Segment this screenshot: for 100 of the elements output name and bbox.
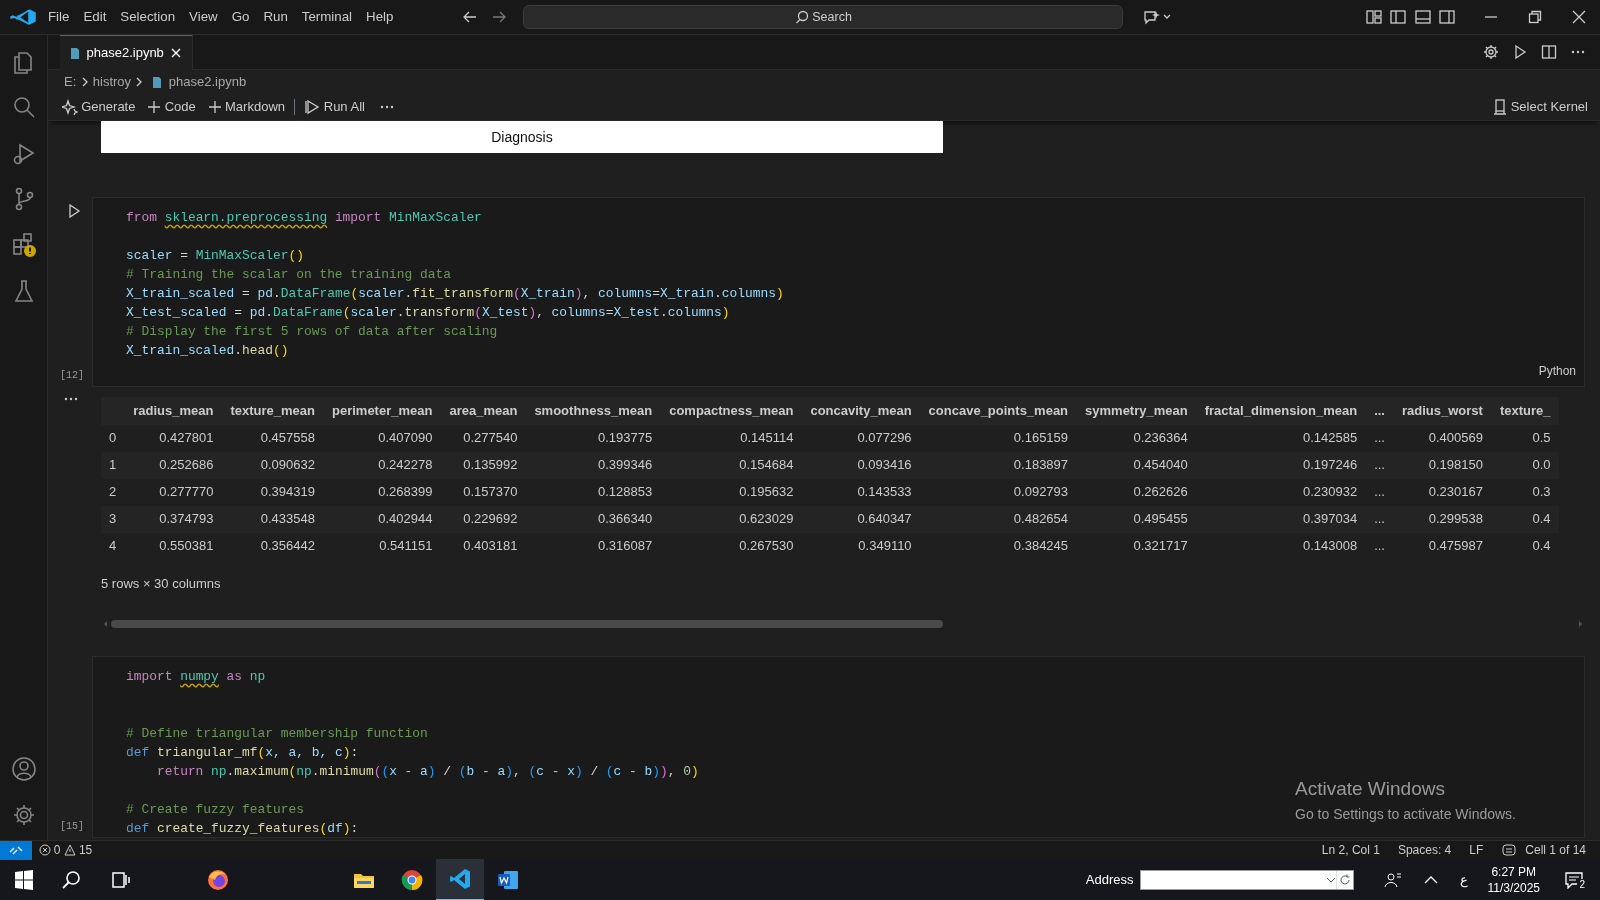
table-cell: 0.183897	[920, 451, 1077, 479]
notification-badge: 2	[1577, 879, 1587, 891]
table-cell: 0.321717	[1076, 532, 1197, 560]
plus-icon	[207, 100, 222, 114]
secondary-sidebar-icon[interactable]	[1438, 9, 1456, 25]
status-item[interactable]: LF	[1469, 841, 1484, 859]
layout-icon[interactable]	[1364, 9, 1383, 25]
panel-toggle-icon[interactable]	[1413, 9, 1432, 25]
menu-item[interactable]: Terminal	[294, 4, 360, 30]
split-editor-icon[interactable]	[1541, 44, 1557, 60]
notebook-icon	[70, 46, 80, 60]
table-cell: 0.623029	[660, 505, 802, 533]
execution-count: [12]	[60, 369, 84, 383]
forward-arrow-icon[interactable]	[491, 9, 508, 25]
table-cell: 0.277770	[124, 478, 222, 506]
toolbar-button[interactable]: Markdown	[201, 97, 291, 117]
language-label[interactable]: Python	[1538, 362, 1576, 380]
remote-icon[interactable]	[0, 840, 32, 860]
chat-sparkle-icon[interactable]	[1143, 9, 1172, 25]
back-arrow-icon[interactable]	[462, 9, 479, 25]
clock[interactable]: 6:27 PM 11/3/2025	[1487, 864, 1540, 896]
notification-icon[interactable]	[1564, 871, 1584, 889]
settings-icon[interactable]	[1483, 44, 1499, 60]
table-cell: 0.262626	[1076, 478, 1197, 506]
address-field[interactable]	[1139, 870, 1354, 890]
toolbar-button[interactable]: Generate	[56, 97, 142, 117]
column-header: concavity_mean	[801, 397, 921, 425]
windows-start-icon[interactable]	[12, 868, 36, 892]
close-icon[interactable]	[1572, 10, 1586, 24]
table-cell: 0.400569	[1393, 424, 1492, 452]
chrome-icon[interactable]	[400, 868, 424, 892]
menu-item[interactable]: Selection	[113, 4, 183, 30]
restore-icon[interactable]	[1528, 10, 1542, 24]
column-header: smoothness_mean	[525, 397, 661, 425]
language-indicator[interactable]: ع	[1459, 870, 1468, 890]
table-cell: ...	[1365, 451, 1394, 479]
menu-item[interactable]: Help	[359, 4, 401, 30]
toolbar-button[interactable]: Run All	[298, 97, 371, 117]
word-icon[interactable]	[496, 868, 520, 892]
extensions-warning-icon[interactable]	[10, 231, 37, 258]
row-index: 1	[101, 451, 125, 479]
table-cell: 0.193775	[525, 424, 661, 452]
error-count[interactable]: 0	[53, 841, 61, 859]
table-cell: 0.195632	[660, 478, 802, 506]
vscode-taskbar-button[interactable]	[436, 859, 484, 900]
menu-item[interactable]: Edit	[76, 4, 114, 30]
run-icon[interactable]	[1512, 44, 1528, 60]
menu-item[interactable]: View	[182, 4, 225, 30]
people-icon[interactable]	[1383, 871, 1402, 889]
refresh-icon[interactable]	[1338, 874, 1351, 886]
table-cell: 0.475987	[1393, 532, 1492, 560]
table-cell: 0.230932	[1196, 478, 1366, 506]
table-cell: 0.394319	[221, 478, 324, 506]
editor-tab[interactable]: phase2.ipynb	[60, 35, 194, 70]
column-header: texture_	[1491, 397, 1559, 425]
account-icon[interactable]	[10, 755, 37, 782]
table-cell: 0.495455	[1076, 505, 1197, 533]
chevron-up-icon[interactable]	[1423, 875, 1438, 885]
select-kernel-button[interactable]: Select Kernel	[1487, 97, 1594, 117]
warning-icon[interactable]	[63, 844, 76, 856]
table-cell: 0.277540	[440, 424, 526, 452]
table-cell: 0.230167	[1393, 478, 1492, 506]
status-item[interactable]: Spaces: 4	[1397, 841, 1452, 859]
table-cell: 0.541151	[323, 532, 441, 560]
toolbar-button[interactable]: Code	[141, 97, 202, 117]
table-cell: 0.454040	[1076, 451, 1197, 479]
error-icon[interactable]	[38, 844, 51, 856]
search-field[interactable]: Search	[523, 5, 1124, 29]
status-item[interactable]: Ln 2, Col 1	[1321, 841, 1380, 859]
address-label: Address	[1085, 871, 1134, 890]
menu-item[interactable]: File	[41, 4, 77, 30]
sidebar-toggle-icon[interactable]	[1389, 9, 1407, 25]
menu-item[interactable]: Run	[256, 4, 295, 30]
table-cell: 0.252686	[124, 451, 222, 479]
row-index: 3	[101, 505, 125, 533]
firefox-icon[interactable]	[206, 868, 230, 892]
column-header: perimeter_mean	[323, 397, 441, 425]
code-cell[interactable]	[92, 656, 1585, 838]
column-header: texture_mean	[221, 397, 324, 425]
breadcrumb-item[interactable]: histroy	[92, 72, 132, 92]
more-icon[interactable]	[64, 395, 78, 403]
table-cell: 0.197246	[1196, 451, 1366, 479]
column-header: symmetry_mean	[1076, 397, 1197, 425]
run-cell-icon[interactable]	[67, 204, 81, 218]
code-cell[interactable]	[92, 197, 1585, 387]
bracket-pair-icon[interactable]	[1501, 843, 1518, 857]
table-cell: ...	[1365, 424, 1394, 452]
vscode-icon[interactable]	[448, 867, 472, 891]
table-cell: 0.374793	[124, 505, 222, 533]
table-cell: 0.093416	[801, 451, 921, 479]
menu-item[interactable]: Go	[224, 4, 257, 30]
code-line: X_test_scaled = pd.DataFrame(scaler.transform(X_test), columns=X_test.columns)	[126, 304, 730, 322]
status-item[interactable]: Cell 1 of 14	[1525, 841, 1586, 859]
breadcrumb-item[interactable]: E:	[64, 72, 77, 92]
warning-count[interactable]: 15	[78, 841, 93, 859]
table-cell: 0.403181	[440, 532, 526, 560]
activation-title: Activate Windows	[1295, 777, 1446, 801]
column-header: radius_worst	[1393, 397, 1492, 425]
code-line: from sklearn.preprocessing import MinMaxScaler	[126, 209, 482, 227]
breadcrumb-item[interactable]: phase2.ipynb	[168, 72, 247, 92]
